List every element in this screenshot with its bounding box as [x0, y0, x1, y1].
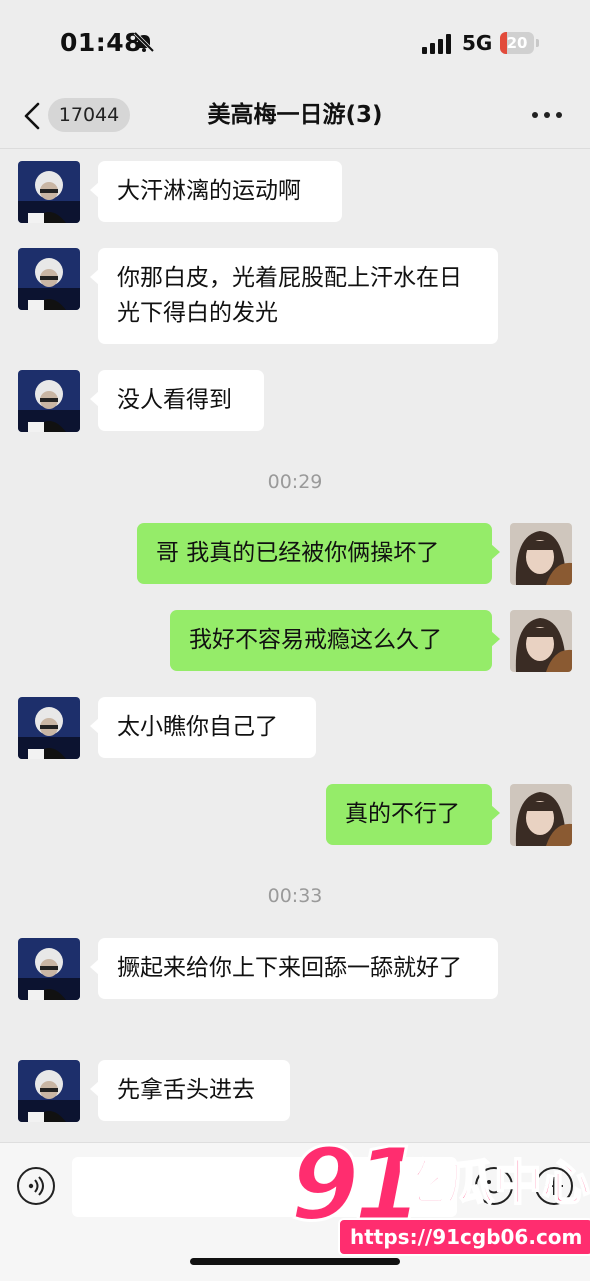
timestamp: 00:29: [267, 471, 323, 493]
avatar-contact[interactable]: [18, 370, 80, 432]
unread-count-badge[interactable]: 17044: [48, 98, 130, 132]
avatar-contact[interactable]: [18, 248, 80, 310]
message-bubble[interactable]: 你那白皮，光着屁股配上汗水在日光下得白的发光: [90, 248, 498, 344]
message-bubble[interactable]: 撅起来给你上下来回舔一舔就好了: [90, 938, 498, 999]
timestamp: 00:33: [267, 885, 323, 907]
network-type: 5G: [462, 31, 493, 55]
avatar-contact[interactable]: [18, 161, 80, 223]
avatar-contact[interactable]: [18, 1060, 80, 1122]
back-chevron-icon[interactable]: [18, 98, 48, 134]
chat-header: 17044 美高梅一日游(3): [0, 88, 590, 149]
message-bubble[interactable]: 大汗淋漓的运动啊: [90, 161, 342, 222]
home-indicator: [190, 1258, 400, 1265]
voice-icon[interactable]: [17, 1167, 55, 1205]
avatar-contact[interactable]: [18, 938, 80, 1000]
avatar-contact[interactable]: [18, 697, 80, 759]
battery-icon: 20: [500, 32, 540, 54]
more-icon[interactable]: [528, 102, 566, 128]
message-bubble-sent[interactable]: 哥 我真的已经被你俩操坏了: [137, 523, 500, 584]
watermark-url: https://91cgb06.com: [338, 1218, 590, 1256]
avatar-self[interactable]: [510, 610, 572, 672]
message-bubble-sent[interactable]: 我好不容易戒瘾这么久了: [170, 610, 500, 671]
message-bubble-sent[interactable]: 真的不行了: [326, 784, 500, 845]
status-time: 01:48: [60, 28, 143, 57]
message-bubble[interactable]: 没人看得到: [90, 370, 264, 431]
signal-icon: [422, 34, 451, 54]
battery-level: 20: [506, 34, 528, 52]
bell-slash-icon: [133, 31, 155, 53]
message-list[interactable]: 大汗淋漓的运动啊 你那白皮，光着屁股配上汗水在日光下得白的发光 没人看得到 00…: [0, 149, 590, 1139]
avatar-self[interactable]: [510, 523, 572, 585]
message-bubble[interactable]: 太小瞧你自己了: [90, 697, 316, 758]
avatar-self[interactable]: [510, 784, 572, 846]
status-bar: 01:48 5G 20: [0, 0, 590, 88]
watermark-logo-text: 吃瓜中心: [397, 1154, 590, 1212]
chat-title: 美高梅一日游(3): [207, 102, 383, 128]
message-bubble[interactable]: 先拿舌头进去: [90, 1060, 290, 1121]
